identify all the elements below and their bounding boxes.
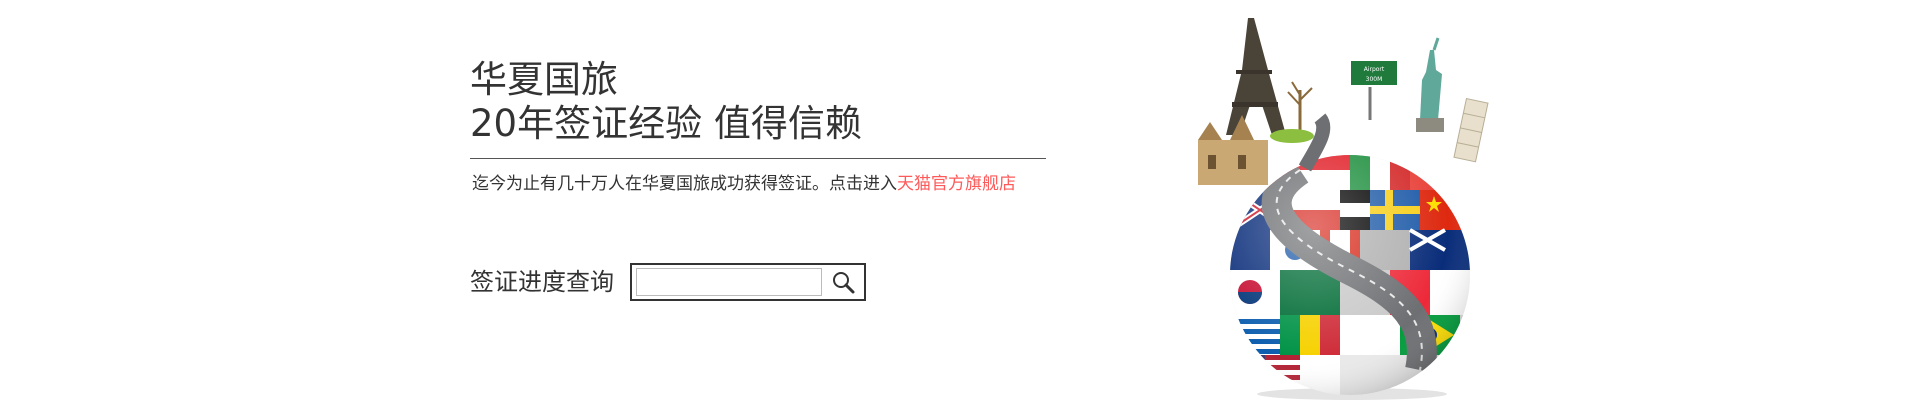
svg-text:Airport: Airport <box>1364 66 1385 73</box>
visa-progress-query-label: 签证进度查询 <box>470 268 614 296</box>
globe-icon <box>1230 155 1470 395</box>
search-icon <box>833 272 855 294</box>
eiffel-tower-icon <box>1226 18 1286 135</box>
brand-tagline: 20年签证经验 值得信赖 <box>470 102 862 145</box>
leaning-tower-icon <box>1453 97 1489 163</box>
statue-of-liberty-icon <box>1416 37 1444 132</box>
search-input[interactable] <box>636 268 822 296</box>
search-button[interactable] <box>828 268 860 296</box>
intro-text: 迄今为止有几十万人在华夏国旅成功获得签证。点击进入天猫官方旗舰店 <box>472 172 1016 196</box>
svg-text:300M: 300M <box>1366 76 1383 83</box>
brand-name: 华夏国旅 <box>470 58 618 101</box>
intro-body: 迄今为止有几十万人在华夏国旅成功获得签证。点击进入 <box>472 174 897 194</box>
visa-banner: 华夏国旅 20年签证经验 值得信赖 迄今为止有几十万人在华夏国旅成功获得签证。点… <box>0 0 1920 400</box>
brand-block: 华夏国旅 20年签证经验 值得信赖 <box>470 58 1050 146</box>
search-box <box>630 263 866 301</box>
travel-globe-illustration: Airport 300M <box>1198 18 1489 400</box>
airport-sign-icon: Airport 300M <box>1349 59 1399 120</box>
divider <box>470 158 1046 159</box>
tmall-store-link[interactable]: 天猫官方旗舰店 <box>897 174 1016 194</box>
